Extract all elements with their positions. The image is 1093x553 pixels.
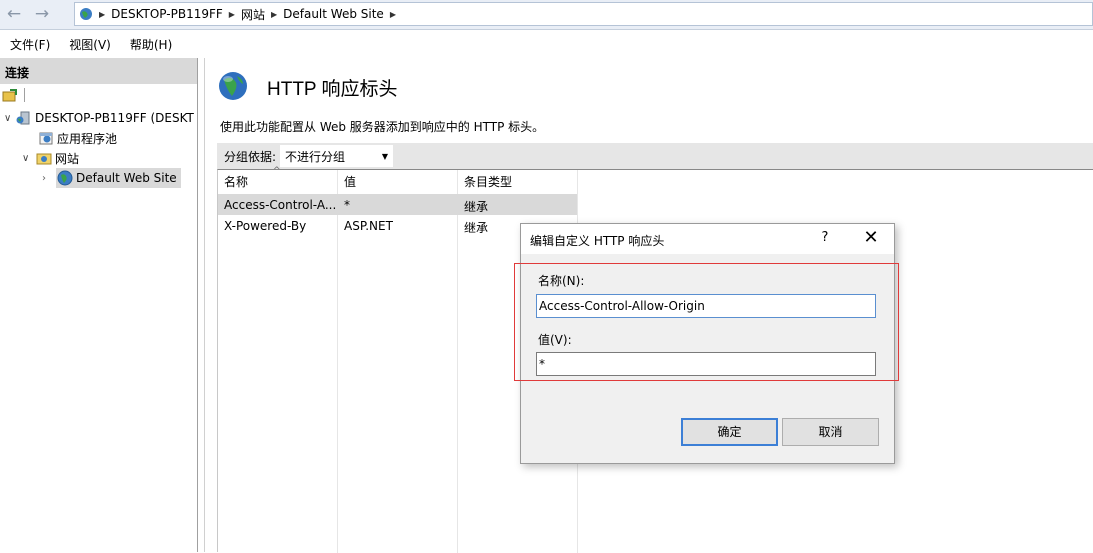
address-bar: ← → ▶ DESKTOP-PB119FF ▶ 网站 ▶ Default Web…: [0, 0, 1093, 30]
page-description: 使用此功能配置从 Web 服务器添加到响应中的 HTTP 标头。: [220, 120, 545, 134]
chevron-right-icon: ▶: [99, 9, 106, 19]
tree-node-sites[interactable]: ∨ 网站: [0, 148, 197, 168]
group-by-value: 不进行分组: [285, 149, 346, 164]
connections-header: 连接: [0, 58, 197, 84]
tree-node-server[interactable]: ∨ DESKTOP-PB119FF (DESKT: [0, 108, 197, 128]
menu-view[interactable]: 视图(V): [69, 36, 111, 53]
tree-selected-item[interactable]: Default Web Site: [56, 168, 181, 188]
column-header-value[interactable]: 值: [338, 170, 458, 192]
menu-bar: 文件(F) 视图(V) 帮助(H): [0, 31, 1093, 58]
breadcrumb-item[interactable]: 网站: [241, 6, 265, 23]
tree-label: DESKTOP-PB119FF (DESKT: [35, 111, 194, 125]
chevron-down-icon[interactable]: ∨: [22, 153, 36, 164]
group-by-label: 分组依据:: [224, 149, 277, 164]
sites-folder-icon: [36, 150, 52, 166]
name-label: 名称(N):: [538, 274, 585, 288]
menu-file[interactable]: 文件(F): [10, 36, 50, 53]
globe-icon: [217, 70, 249, 105]
table-row[interactable]: Access-Control-A... * 继承: [218, 194, 577, 215]
tree-node-app-pools[interactable]: 应用程序池: [0, 128, 197, 148]
page-title: HTTP 响应标头: [267, 79, 398, 100]
cell-value: *: [344, 198, 350, 212]
help-button[interactable]: ?: [817, 230, 833, 245]
chevron-right-icon: ▶: [270, 9, 278, 19]
breadcrumb-item[interactable]: DESKTOP-PB119FF: [111, 7, 223, 21]
dropdown-arrow-icon: ▼: [381, 151, 389, 161]
cancel-button[interactable]: 取消: [782, 418, 879, 446]
sort-ascending-icon: ^: [273, 166, 281, 176]
value-label: 值(V):: [538, 333, 572, 347]
connections-pane: 连接 ∨ DESKTOP-PB119FF (DESKT 应用程序池 ∨ 网站 ›…: [0, 58, 198, 552]
group-by-select[interactable]: 不进行分组 ▼: [280, 145, 394, 167]
server-icon: [16, 110, 32, 126]
tree-label: 网站: [55, 151, 80, 166]
value-field[interactable]: *: [536, 352, 876, 376]
app-pool-icon: [38, 130, 54, 146]
column-header-type[interactable]: 条目类型: [458, 170, 578, 192]
globe-icon: [57, 170, 73, 186]
cell-type: 继承: [464, 200, 489, 214]
chevron-right-icon: ▶: [389, 9, 396, 19]
tree-node-default-web-site[interactable]: › Default Web Site: [0, 168, 197, 188]
back-button[interactable]: ←: [3, 4, 25, 26]
edit-header-dialog: 编辑自定义 HTTP 响应头 ? ✕ 名称(N): Access-Control…: [514, 223, 899, 464]
tree-label: Default Web Site: [76, 171, 177, 185]
chevron-down-icon[interactable]: ∨: [4, 113, 16, 124]
cell-value: ASP.NET: [344, 219, 393, 233]
connections-tree: ∨ DESKTOP-PB119FF (DESKT 应用程序池 ∨ 网站 › De…: [0, 108, 197, 188]
connections-toolbar: [0, 85, 197, 107]
globe-icon: [79, 7, 93, 21]
forward-button[interactable]: →: [31, 4, 53, 26]
chevron-right-icon: ▶: [228, 9, 235, 19]
chevron-right-icon[interactable]: ›: [42, 173, 56, 184]
close-button[interactable]: ✕: [861, 227, 881, 248]
dialog-title: 编辑自定义 HTTP 响应头: [530, 234, 665, 248]
name-field[interactable]: Access-Control-Allow-Origin: [536, 294, 876, 318]
menu-help[interactable]: 帮助(H): [130, 36, 172, 53]
group-by-bar: 分组依据: 不进行分组 ▼: [217, 143, 1093, 169]
tree-label: 应用程序池: [57, 131, 118, 146]
ok-button[interactable]: 确定: [681, 418, 778, 446]
connect-icon[interactable]: [2, 88, 18, 107]
cell-name: Access-Control-A...: [224, 198, 337, 212]
breadcrumb[interactable]: ▶ DESKTOP-PB119FF ▶ 网站 ▶ Default Web Sit…: [74, 2, 1093, 26]
toolbar-divider: [24, 88, 25, 102]
cell-name: X-Powered-By: [224, 219, 307, 233]
breadcrumb-item[interactable]: Default Web Site: [283, 7, 384, 21]
dialog-titlebar: 编辑自定义 HTTP 响应头 ? ✕: [521, 224, 894, 254]
